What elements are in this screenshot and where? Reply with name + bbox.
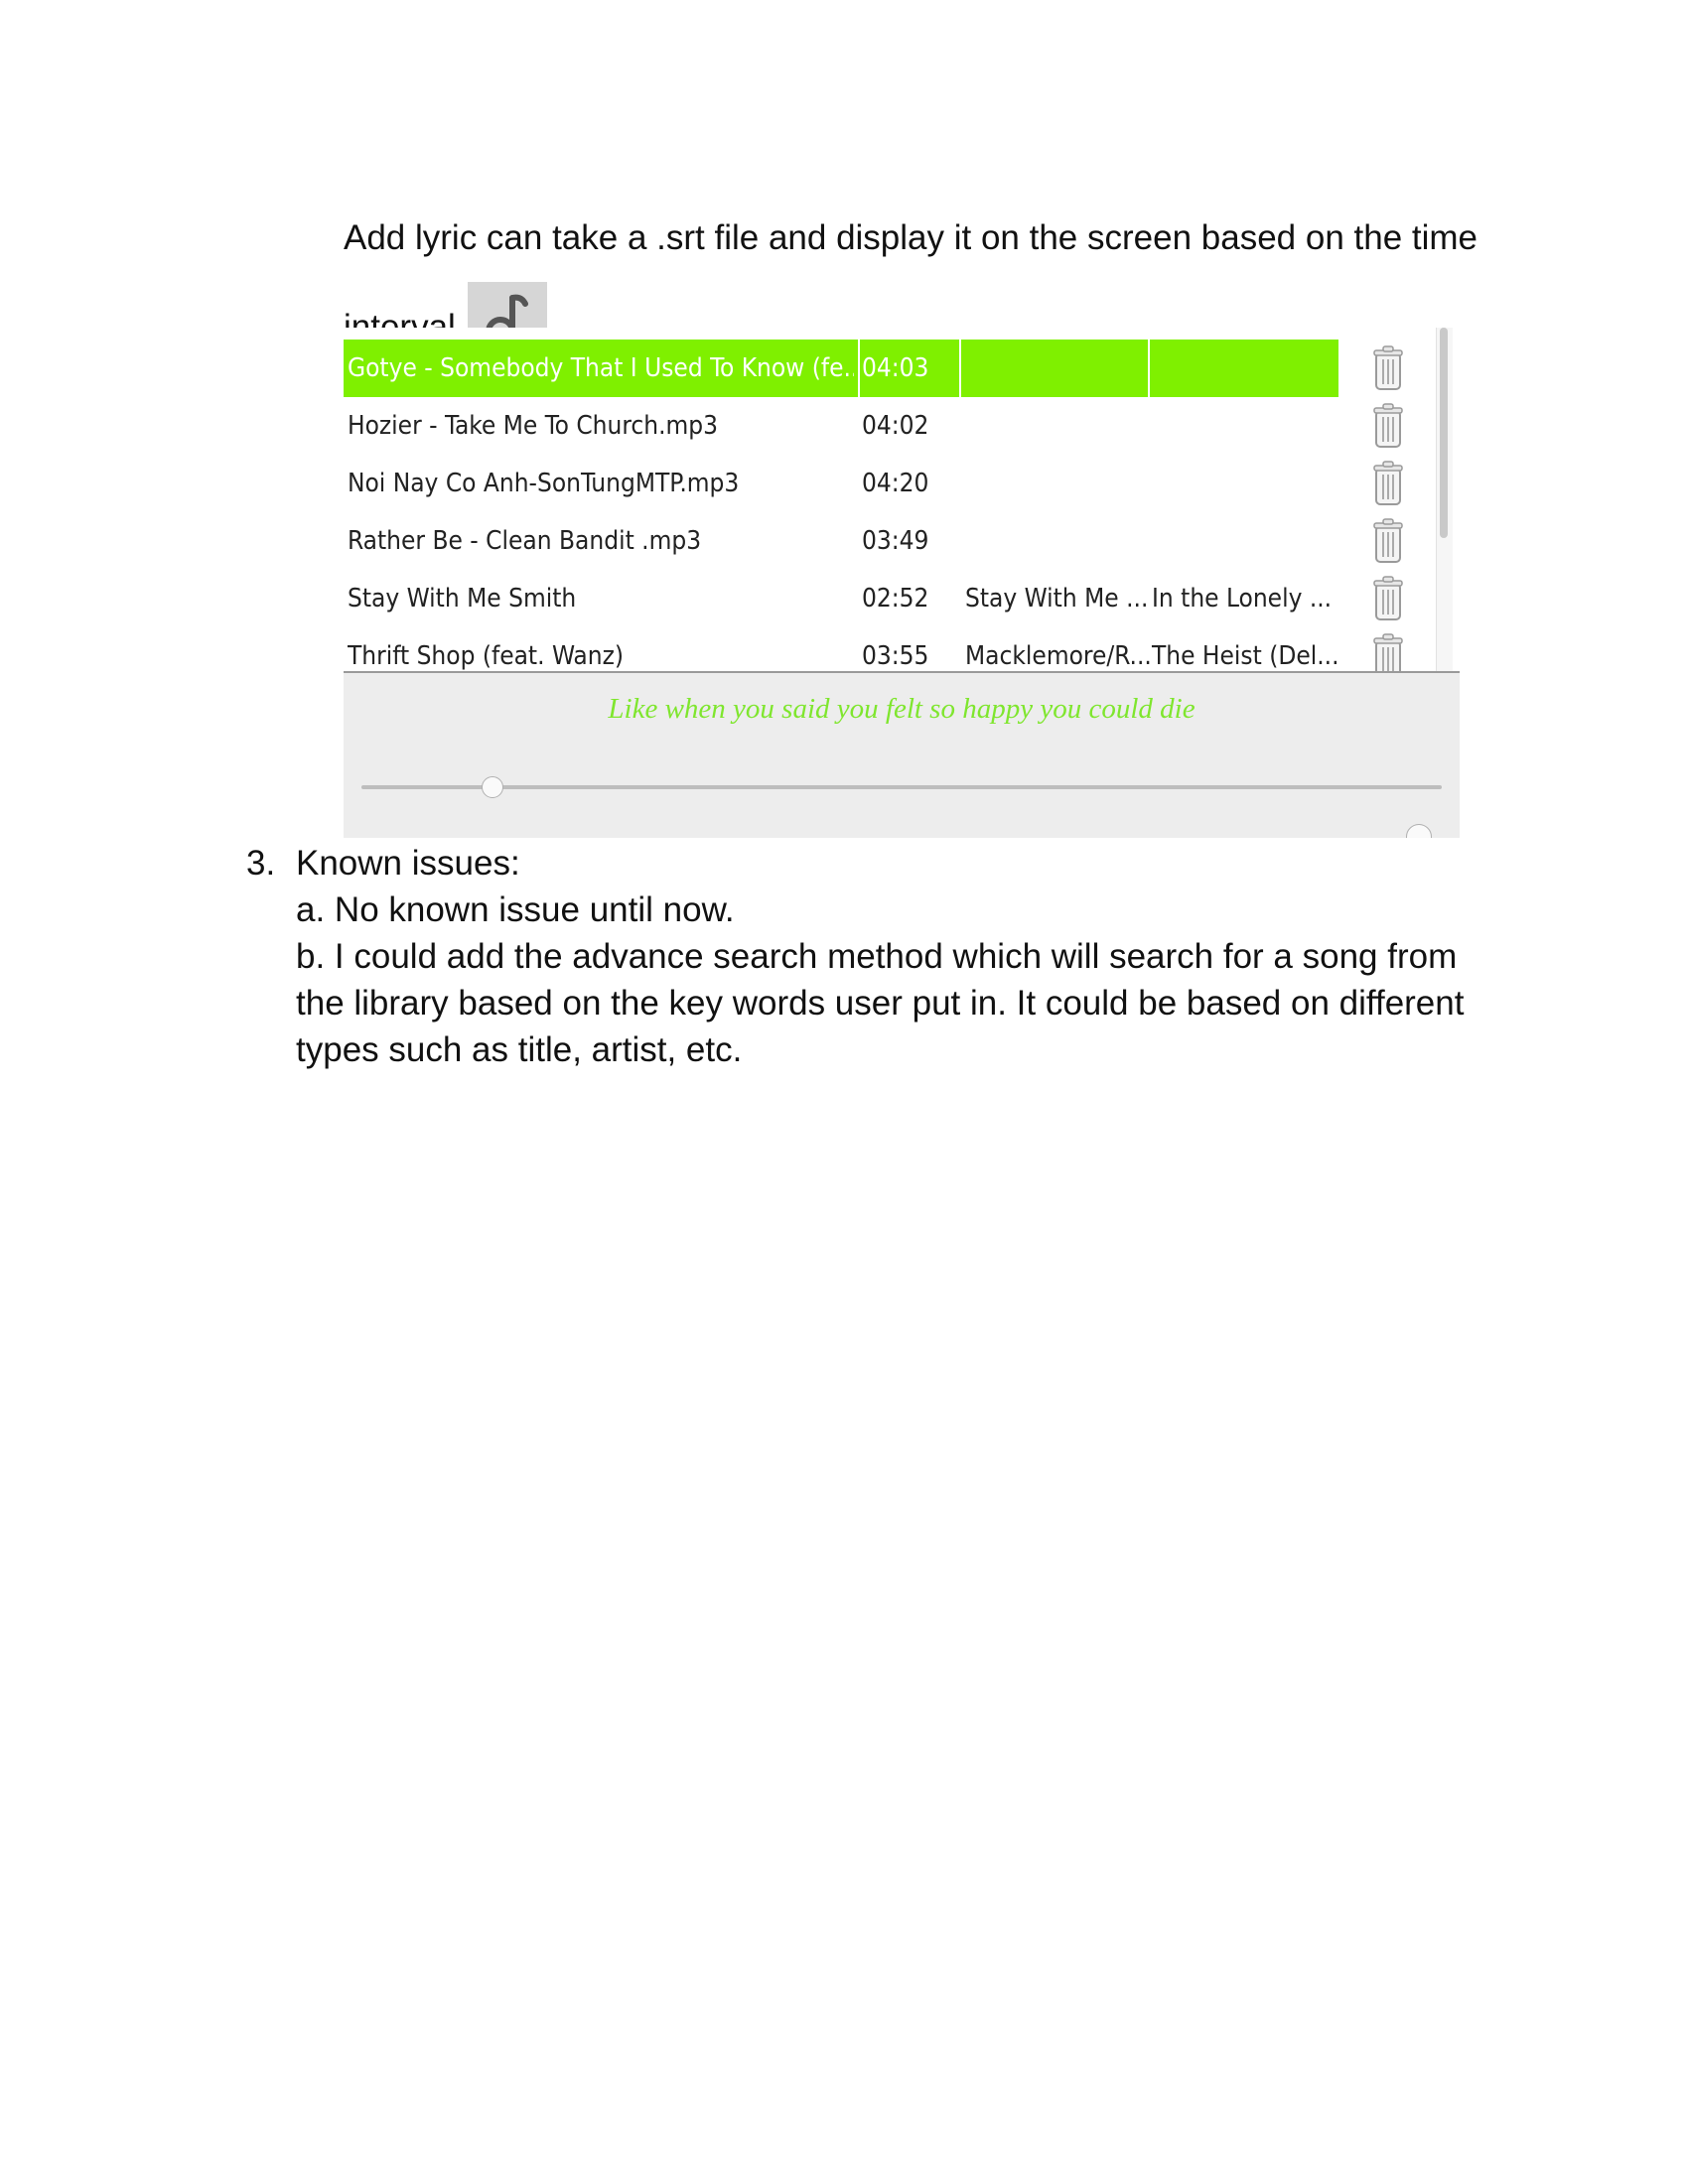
track-duration: 04:03 [862,353,929,383]
track-album: In the Lonely ... [1152,584,1333,614]
lyric-panel: Like when you said you felt so happy you… [344,671,1460,838]
trash-icon[interactable] [1372,518,1404,564]
trash-icon[interactable] [1372,461,1404,506]
track-artist [963,455,1152,512]
track-artist [963,397,1152,455]
track-duration: 04:02 [862,411,929,441]
track-album [1150,512,1340,570]
track-row[interactable]: Thrift Shop (feat. Wanz) 03:55 Macklemore/… [344,627,1460,673]
trash-icon[interactable] [1372,633,1404,673]
volume-handle[interactable] [1406,824,1432,838]
track-artist: Macklemore/R... [965,641,1152,671]
track-artist [963,340,1152,397]
issue-item: a. No known issue until now. [296,890,735,929]
track-row[interactable]: Gotye - Somebody That I Used To Know (fe… [344,340,1460,397]
trash-icon[interactable] [1372,403,1404,449]
section-heading: Known issues: [296,844,520,883]
player-screenshot: Gotye - Somebody That I Used To Know (fe… [344,328,1460,838]
track-duration: 03:49 [862,526,929,556]
track-row[interactable]: Stay With Me Smith 02:52 Stay With Me ... I… [344,570,1460,627]
track-artist: Stay With Me ... [965,584,1149,614]
track-row[interactable]: Hozier - Take Me To Church.mp3 04:02 [344,397,1460,455]
track-duration: 03:55 [862,641,929,671]
scrollbar-thumb[interactable] [1440,328,1448,538]
track-list: Gotye - Somebody That I Used To Know (fe… [344,328,1460,673]
track-row[interactable]: Noi Nay Co Anh-SonTungMTP.mp3 04:20 [344,455,1460,512]
track-duration: 02:52 [862,584,929,614]
column-divider [959,340,961,397]
trash-icon[interactable] [1372,345,1404,391]
track-album [1150,340,1340,397]
track-row[interactable]: Rather Be - Clean Bandit .mp3 03:49 [344,512,1460,570]
progress-slider-handle[interactable] [481,776,503,798]
track-title: Thrift Shop (feat. Wanz) [348,641,624,671]
list-number: 3. [246,844,276,883]
track-title: Rather Be - Clean Bandit .mp3 [348,526,702,556]
track-title: Noi Nay Co Anh-SonTungMTP.mp3 [348,469,740,498]
track-title: Gotye - Somebody That I Used To Know (fe… [348,353,854,383]
track-artist [963,512,1152,570]
issue-item: b. I could add the advance search method… [296,937,1465,1069]
progress-slider[interactable] [361,785,1442,789]
track-title: Stay With Me Smith [348,584,577,614]
track-album: The Heist (Del... [1152,641,1339,671]
trash-icon[interactable] [1372,576,1404,621]
track-album [1150,397,1340,455]
track-duration: 04:20 [862,469,929,498]
track-title: Hozier - Take Me To Church.mp3 [348,411,719,441]
issue-list: a. No known issue until now. b. I could … [296,887,1497,1073]
track-album [1150,455,1340,512]
lyric-line: Like when you said you felt so happy you… [608,693,1196,725]
